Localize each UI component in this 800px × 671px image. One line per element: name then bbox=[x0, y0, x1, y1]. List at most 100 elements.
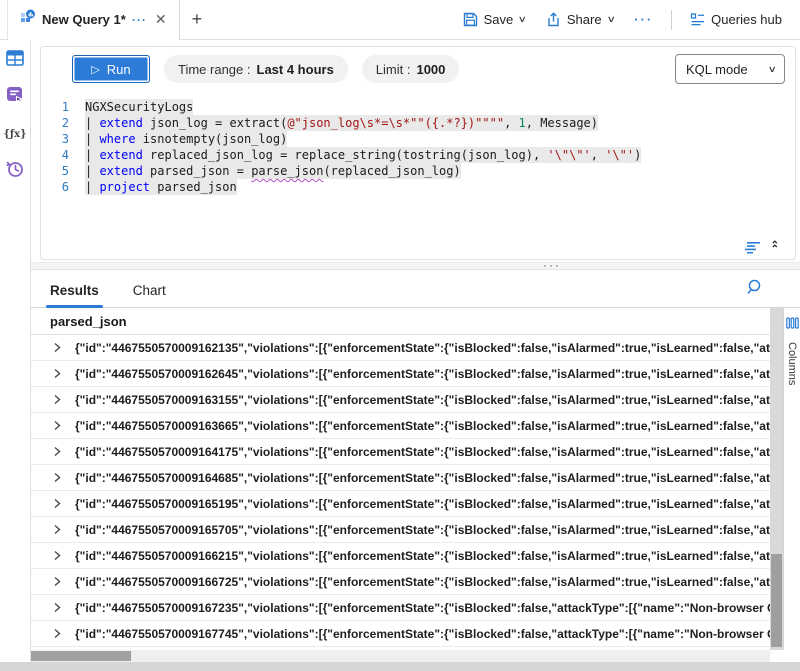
query-toolbar: ▷ Run Time range : Last 4 hours Limit : … bbox=[41, 47, 795, 91]
table-row[interactable]: {"id":"4467550570009167235","violations"… bbox=[31, 595, 770, 621]
code-line[interactable]: 5| extend parsed_json = parse_json(repla… bbox=[41, 163, 795, 179]
table-row[interactable]: {"id":"4467550570009165195","violations"… bbox=[31, 491, 770, 517]
tab-more-button[interactable]: ··· bbox=[132, 13, 147, 27]
line-number: 4 bbox=[41, 147, 69, 163]
horizontal-scrollbar[interactable] bbox=[31, 650, 770, 662]
table-row[interactable]: {"id":"4467550570009166215","violations"… bbox=[31, 543, 770, 569]
expand-row-chevron-icon[interactable] bbox=[52, 550, 62, 561]
tab-results[interactable]: Results bbox=[50, 283, 99, 307]
expand-row-chevron-icon[interactable] bbox=[52, 472, 62, 483]
left-sidebar: {ƒx} bbox=[0, 40, 31, 662]
save-button[interactable]: Save ∨ bbox=[455, 8, 534, 31]
function-icon: {ƒx} bbox=[3, 129, 26, 140]
row-json-text: {"id":"4467550570009163155","violations"… bbox=[75, 393, 770, 407]
table-row[interactable]: {"id":"4467550570009164685","violations"… bbox=[31, 465, 770, 491]
horizontal-scrollbar-thumb[interactable] bbox=[31, 651, 131, 661]
row-json-text: {"id":"4467550570009166725","violations"… bbox=[75, 575, 770, 589]
limit-picker[interactable]: Limit : 1000 bbox=[362, 55, 460, 83]
results-table: parsed_json {"id":"4467550570009162135",… bbox=[31, 308, 770, 650]
expand-row-chevron-icon[interactable] bbox=[52, 576, 62, 587]
query-document-icon bbox=[6, 86, 24, 108]
table-row[interactable]: {"id":"4467550570009163155","violations"… bbox=[31, 387, 770, 413]
columns-side-panel-toggle[interactable]: Columns bbox=[783, 308, 800, 650]
query-mode-dropdown[interactable]: KQL mode ∨ bbox=[675, 54, 785, 84]
adx-query-icon bbox=[20, 9, 36, 30]
limit-value: 1000 bbox=[416, 62, 445, 77]
code-line[interactable]: 3| where isnotempty(json_log) bbox=[41, 131, 795, 147]
top-bar: New Query 1* ··· ✕ + Save ∨ Share ∨ ··· bbox=[0, 0, 800, 40]
row-json-text: {"id":"4467550570009162645","violations"… bbox=[75, 367, 770, 381]
topbar-actions: Save ∨ Share ∨ ··· Queries hub bbox=[455, 0, 800, 39]
more-actions-button[interactable]: ··· bbox=[626, 8, 661, 31]
column-header-parsed-json[interactable]: parsed_json bbox=[31, 308, 770, 335]
table-row[interactable]: {"id":"4467550570009162645","violations"… bbox=[31, 361, 770, 387]
code-editor[interactable]: 1NGXSecurityLogs2| extend json_log = ext… bbox=[41, 91, 795, 195]
expand-row-chevron-icon[interactable] bbox=[52, 394, 62, 405]
table-row[interactable]: {"id":"4467550570009167745","violations"… bbox=[31, 621, 770, 647]
sidebar-item-functions[interactable]: {ƒx} bbox=[5, 124, 25, 144]
expand-row-chevron-icon[interactable] bbox=[52, 420, 62, 431]
new-tab-button[interactable]: + bbox=[180, 0, 215, 39]
code-line[interactable]: 6| project parsed_json bbox=[41, 179, 795, 195]
row-json-text: {"id":"4467550570009167745","violations"… bbox=[75, 627, 770, 641]
search-icon[interactable] bbox=[747, 279, 764, 301]
share-button[interactable]: Share ∨ bbox=[538, 8, 622, 31]
table-row[interactable]: {"id":"4467550570009162135","violations"… bbox=[31, 335, 770, 361]
expand-row-chevron-icon[interactable] bbox=[52, 524, 62, 535]
expand-row-chevron-icon[interactable] bbox=[52, 368, 62, 379]
expand-row-chevron-icon[interactable] bbox=[52, 628, 62, 639]
tab-close-icon[interactable]: ✕ bbox=[153, 11, 169, 28]
line-number: 1 bbox=[41, 99, 69, 115]
format-lines-icon[interactable] bbox=[745, 241, 761, 254]
row-json-text: {"id":"4467550570009164685","violations"… bbox=[75, 471, 770, 485]
time-range-picker[interactable]: Time range : Last 4 hours bbox=[164, 55, 348, 83]
code-line[interactable]: 4| extend replaced_json_log = replace_st… bbox=[41, 147, 795, 163]
vertical-scrollbar[interactable] bbox=[770, 308, 783, 650]
row-json-text: {"id":"4467550570009162135","violations"… bbox=[75, 341, 770, 355]
editor-footer-actions: ⌃⌃ bbox=[745, 241, 779, 254]
query-tab[interactable]: New Query 1* ··· ✕ bbox=[7, 0, 180, 39]
row-json-text: {"id":"4467550570009164175","violations"… bbox=[75, 445, 770, 459]
limit-label: Limit : bbox=[376, 62, 411, 77]
play-icon: ▷ bbox=[91, 63, 99, 76]
row-json-text: {"id":"4467550570009165195","violations"… bbox=[75, 497, 770, 511]
table-row[interactable]: {"id":"4467550570009166725","violations"… bbox=[31, 569, 770, 595]
queries-hub-button[interactable]: Queries hub bbox=[682, 8, 790, 31]
collapse-panel-icon[interactable]: ⌃⌃ bbox=[771, 242, 779, 253]
expand-row-chevron-icon[interactable] bbox=[52, 446, 62, 457]
sidebar-item-tables[interactable] bbox=[5, 50, 25, 70]
queries-hub-icon bbox=[690, 12, 705, 27]
vertical-scrollbar-thumb[interactable] bbox=[771, 554, 782, 646]
table-row[interactable]: {"id":"4467550570009163665","violations"… bbox=[31, 413, 770, 439]
expand-row-chevron-icon[interactable] bbox=[52, 498, 62, 509]
table-icon bbox=[6, 50, 24, 71]
expand-row-chevron-icon[interactable] bbox=[52, 342, 62, 353]
row-json-text: {"id":"4467550570009163665","violations"… bbox=[75, 419, 770, 433]
panel-splitter[interactable]: ··· bbox=[31, 262, 800, 270]
share-icon bbox=[546, 12, 561, 27]
line-number: 5 bbox=[41, 163, 69, 179]
sidebar-item-history[interactable] bbox=[5, 161, 25, 181]
code-line[interactable]: 2| extend json_log = extract(@"json_log\… bbox=[41, 115, 795, 131]
code-lines: 1NGXSecurityLogs2| extend json_log = ext… bbox=[41, 99, 795, 195]
code-line[interactable]: 1NGXSecurityLogs bbox=[41, 99, 795, 115]
query-mode-value: KQL mode bbox=[686, 62, 748, 77]
row-json-text: {"id":"4467550570009166215","violations"… bbox=[75, 549, 770, 563]
table-row[interactable]: {"id":"4467550570009165705","violations"… bbox=[31, 517, 770, 543]
chevron-down-icon: ∨ bbox=[518, 14, 527, 25]
time-range-label: Time range : bbox=[178, 62, 251, 77]
run-button[interactable]: ▷ Run bbox=[72, 55, 150, 83]
sidebar-item-saved-queries[interactable] bbox=[5, 87, 25, 107]
query-panel: ▷ Run Time range : Last 4 hours Limit : … bbox=[31, 40, 800, 262]
time-range-value: Last 4 hours bbox=[257, 62, 334, 77]
expand-row-chevron-icon[interactable] bbox=[52, 602, 62, 613]
share-label: Share bbox=[567, 12, 602, 27]
table-row[interactable]: {"id":"4467550570009164175","violations"… bbox=[31, 439, 770, 465]
save-label: Save bbox=[484, 12, 514, 27]
content-area: ▷ Run Time range : Last 4 hours Limit : … bbox=[31, 40, 800, 662]
columns-icon bbox=[786, 316, 799, 334]
tab-chart[interactable]: Chart bbox=[133, 283, 166, 307]
tab-title: New Query 1* bbox=[42, 12, 126, 27]
line-number: 6 bbox=[41, 179, 69, 195]
line-number: 3 bbox=[41, 131, 69, 147]
